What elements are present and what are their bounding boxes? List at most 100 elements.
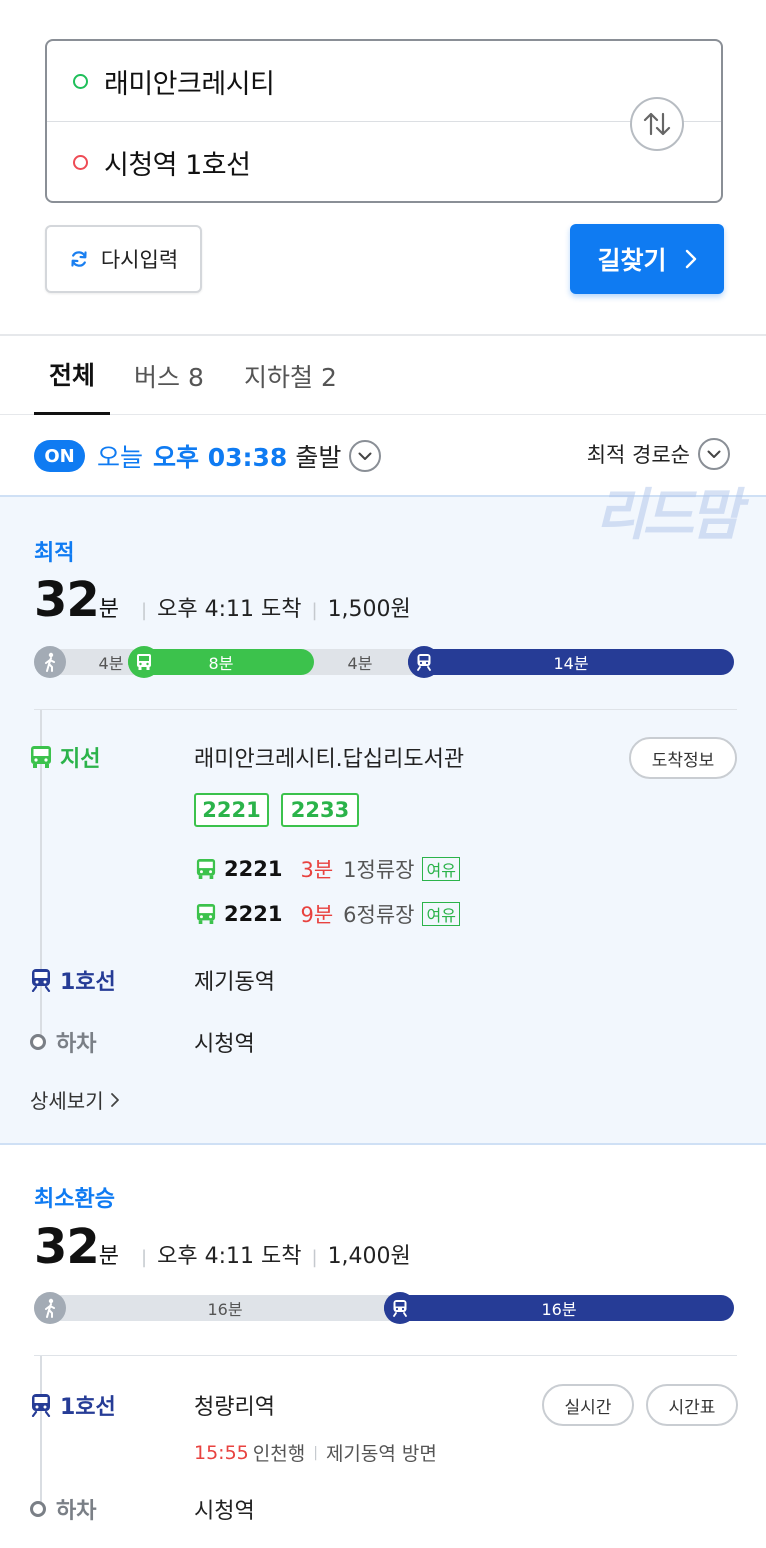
bus-stop-name: 래미안크레시티.답십리도서관: [194, 747, 465, 772]
walk-icon: [34, 646, 66, 678]
details-label: 상세보기: [30, 1089, 104, 1113]
sort-label: 최적 경로순: [586, 443, 690, 467]
sort-selector[interactable]: 최적 경로순: [587, 438, 730, 470]
bus-arrival-row: 2221 9분 6정류장 여유: [196, 899, 460, 929]
walk-icon: [34, 1292, 66, 1324]
arrival-route-number: 2221: [224, 857, 283, 881]
bus-icon: [31, 746, 51, 768]
arrival-time: 오후 4:11 도착: [157, 597, 302, 622]
separator: |: [141, 1247, 148, 1268]
bus-icon: [196, 859, 216, 879]
reset-label: 다시입력: [100, 248, 179, 272]
alight-circle-icon: [30, 1034, 46, 1050]
route-card-fewest-transfers[interactable]: 최소환승 32 분 | 오후 4:11 도착 | 1,400원 16분 16분 …: [0, 1147, 766, 1548]
train-direction: 제기동역 방면: [325, 1443, 437, 1465]
subway-icon: [31, 1394, 51, 1417]
train-info-row: 15:55 인천행 | 제기동역 방면: [194, 1439, 437, 1466]
minutes-unit: 분: [98, 1244, 120, 1269]
reset-button[interactable]: 다시입력: [45, 225, 202, 293]
walk-segment: 4분: [347, 654, 373, 673]
separator: |: [141, 600, 148, 621]
arrival-time: 오후 4:11 도착: [157, 1244, 302, 1269]
bus-route-chip[interactable]: 2233: [281, 793, 359, 827]
separator: |: [311, 600, 318, 621]
detail-divider: [34, 709, 737, 710]
train-destination: 인천행: [252, 1443, 306, 1465]
arrival-stops-away: 1정류장: [343, 858, 415, 882]
congestion-badge: 여유: [422, 857, 460, 881]
departure-time: 오후 03:38: [153, 443, 288, 472]
subway-icon: [31, 969, 51, 992]
alight-step-label: 하차: [30, 1026, 96, 1058]
find-route-button[interactable]: 길찾기: [570, 224, 724, 294]
departure-day: 오늘: [97, 443, 144, 472]
separator: |: [313, 1444, 318, 1461]
timetable-button[interactable]: 시간표: [646, 1384, 738, 1426]
subway-line: 1호선: [60, 1395, 116, 1420]
route-type-label: 최소환승: [34, 1187, 115, 1212]
route-timeline-bar: 16분 16분: [34, 1292, 734, 1324]
subway-step-label: 1호선: [30, 964, 116, 996]
subway-icon: [384, 1292, 416, 1324]
bus-route-chip[interactable]: 2221: [194, 793, 269, 827]
chevron-down-icon: [349, 440, 382, 472]
subway-icon: [408, 646, 440, 678]
refresh-icon: [71, 251, 87, 267]
tab-all[interactable]: 전체: [34, 336, 110, 415]
bus-icon: [128, 646, 160, 678]
details-link[interactable]: 상세보기: [30, 1085, 120, 1114]
subway-segment: 14분: [408, 649, 734, 675]
tab-bus[interactable]: 버스 8: [134, 336, 204, 415]
alight-circle-icon: [30, 1501, 46, 1517]
separator: |: [311, 1247, 318, 1268]
departure-suffix: 출발: [295, 443, 342, 472]
total-minutes: 32: [34, 1219, 100, 1275]
route-card-optimal[interactable]: 최적 32 분 | 오후 4:11 도착 | 1,500원 4분 8분 4분 1…: [0, 495, 766, 1145]
subway-station-name: 청량리역: [194, 1395, 275, 1420]
destination-text: 시청역 1호선: [104, 149, 251, 181]
origin-text: 래미안크레시티: [104, 68, 275, 100]
subway-station-name: 제기동역: [194, 970, 275, 995]
chevron-down-icon: [698, 438, 730, 470]
alight-station-name: 시청역: [194, 1032, 255, 1057]
bus-icon: [196, 904, 216, 924]
subway-segment: 16분: [384, 1295, 734, 1321]
origin-dot-icon: [73, 73, 88, 89]
realtime-toggle[interactable]: ON: [34, 440, 85, 472]
minutes-unit: 분: [98, 597, 120, 622]
arrival-info-button[interactable]: 도착정보: [629, 737, 737, 779]
swap-button[interactable]: [630, 97, 684, 151]
walk-segment: 16분: [207, 1300, 243, 1319]
fare: 1,500원: [327, 597, 411, 622]
alight-label: 하차: [56, 1499, 97, 1524]
departure-time-selector[interactable]: 오늘 오후 03:38 출발: [97, 438, 382, 474]
alight-step-label: 하차: [30, 1493, 96, 1525]
origin-field[interactable]: 래미안크레시티: [47, 41, 721, 121]
fare: 1,400원: [327, 1244, 411, 1269]
bus-step-label: 지선: [30, 741, 100, 773]
tab-subway[interactable]: 지하철 2: [244, 336, 337, 415]
alight-label: 하차: [56, 1032, 97, 1057]
total-minutes: 32: [34, 572, 100, 628]
arrival-minutes: 3분: [300, 858, 334, 882]
chevron-right-icon: [110, 1092, 119, 1107]
arrival-stops-away: 6정류장: [343, 903, 415, 927]
realtime-button[interactable]: 실시간: [542, 1384, 634, 1426]
arrival-route-number: 2221: [224, 902, 283, 926]
destination-field[interactable]: 시청역 1호선: [47, 122, 721, 202]
route-summary: 32 분 | 오후 4:11 도착 | 1,500원: [34, 572, 411, 628]
find-route-label: 길찾기: [597, 246, 667, 275]
congestion-badge: 여유: [422, 902, 460, 926]
watermark-logo: 리드맘: [595, 483, 742, 548]
route-line: [40, 1356, 42, 1506]
detail-divider: [34, 1355, 737, 1356]
bus-arrival-row: 2221 3분 1정류장 여유: [196, 854, 460, 884]
subway-line: 1호선: [60, 970, 116, 995]
alight-station-name: 시청역: [194, 1499, 255, 1524]
destination-dot-icon: [73, 154, 88, 170]
route-summary: 32 분 | 오후 4:11 도착 | 1,400원: [34, 1219, 411, 1275]
bus-type: 지선: [60, 747, 101, 772]
route-type-tabs: 전체 버스 8 지하철 2: [0, 336, 766, 415]
route-search-box: 래미안크레시티 시청역 1호선: [45, 39, 723, 203]
route-type-label: 최적: [34, 541, 75, 566]
